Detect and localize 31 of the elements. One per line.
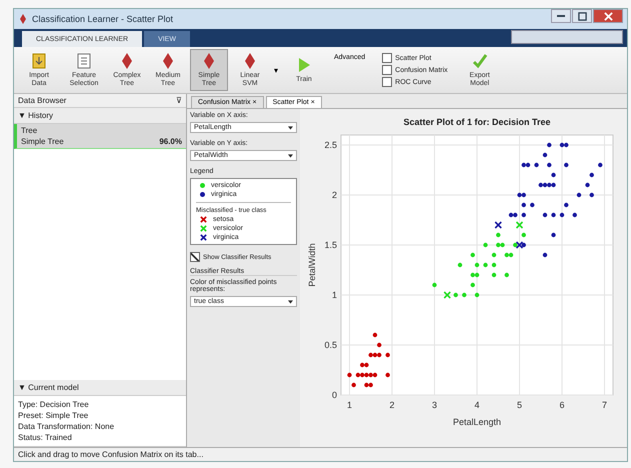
y-tick-label: 0.5 [324, 340, 336, 350]
x-tick-label: 4 [474, 400, 479, 410]
y-axis-label: PetalWidth [306, 243, 316, 287]
status-bar: Click and drag to move Confusion Matrix on its tab... [14, 447, 627, 461]
y-tick-label: 1.5 [324, 240, 336, 250]
history-item[interactable]: Tree Simple Tree 96.0% [14, 124, 186, 149]
history-header[interactable]: ▼ History [14, 108, 186, 124]
x-tick-label: 1 [346, 400, 352, 410]
x-tick-label: 2 [389, 400, 394, 410]
model-name: Simple Tree [21, 137, 64, 146]
y-tick-label: 1 [331, 290, 336, 300]
model-detail: Type: Decision Tree [18, 400, 90, 409]
gallery-more-button[interactable]: ▾ [272, 66, 280, 74]
y-tick-label: 0 [331, 390, 336, 400]
x-tick-label: 3 [432, 400, 436, 410]
model-detail: Status: Trained [18, 433, 73, 442]
model-accuracy: 96.0% [159, 137, 182, 146]
current-model-header[interactable]: ▼ Current model [14, 380, 186, 396]
x-tick-label: 6 [559, 400, 564, 410]
y-tick-label: 2.5 [324, 140, 336, 150]
y-tick-label: 2 [331, 190, 336, 200]
x-axis-label: PetalLength [452, 417, 501, 427]
x-tick-label: 7 [602, 400, 606, 410]
pin-icon[interactable]: ⊽ [176, 96, 182, 105]
model-detail: Data Transformation: None [18, 422, 116, 431]
x-tick-label: 5 [516, 400, 522, 410]
model-group: Tree [21, 126, 182, 135]
chart-title: Scatter Plot of 1 for: Decision Tree [402, 117, 550, 127]
panel-title: Data Browser [18, 96, 66, 105]
model-detail: Preset: Simple Tree [18, 411, 90, 420]
window-title: Classification Learner - Scatter Plot [32, 14, 174, 24]
